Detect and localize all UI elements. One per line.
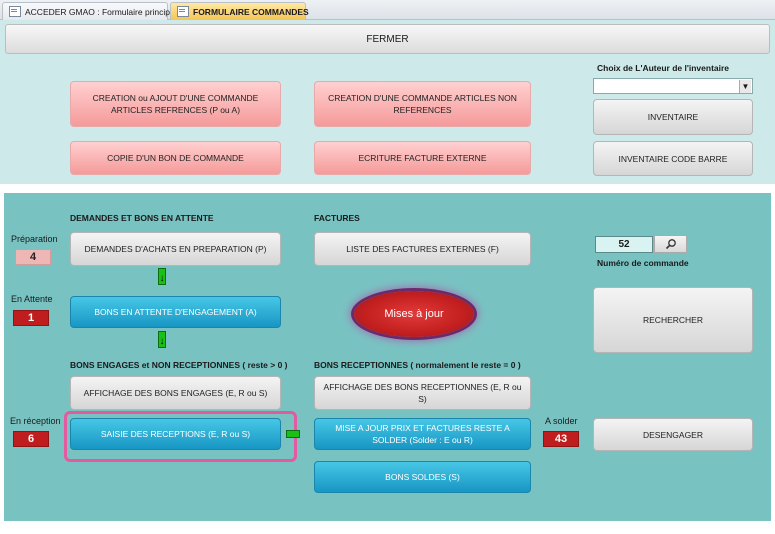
- engages-title: BONS ENGAGES et NON RECEPTIONNES ( reste…: [70, 360, 288, 370]
- tab-formulaire-commandes[interactable]: FORMULAIRE COMMANDES: [170, 2, 309, 20]
- mise-a-jour-prix-factures-button[interactable]: MISE A JOUR PRIX ET FACTURES RESTE A SOL…: [314, 418, 531, 450]
- auteur-select[interactable]: ▼: [593, 78, 753, 94]
- search-icon: [665, 239, 676, 250]
- reception-label: En réception: [10, 416, 61, 426]
- arrow-down-icon: ↓: [158, 268, 166, 285]
- commande-label: Numéro de commande: [597, 258, 689, 268]
- solder-label: A solder: [545, 416, 578, 426]
- solder-count: 43: [543, 431, 579, 447]
- mises-a-jour-button[interactable]: Mises à jour: [354, 291, 474, 337]
- reception-count: 6: [13, 431, 49, 447]
- arrow-down-icon: ↓: [158, 331, 166, 348]
- creation-commande-non-references-button[interactable]: CREATION D'UNE COMMANDE ARTICLES NON REF…: [314, 81, 531, 127]
- arrow-right-icon: [286, 430, 300, 438]
- receptionnes-title: BONS RECEPTIONNES ( normalement le reste…: [314, 360, 521, 370]
- preparation-count: 4: [15, 249, 51, 265]
- demandes-achats-button[interactable]: DEMANDES D'ACHATS EN PREPARATION (P): [70, 232, 281, 266]
- inventaire-button[interactable]: INVENTAIRE: [593, 99, 753, 135]
- bons-soldes-button[interactable]: BONS SOLDES (S): [314, 461, 531, 493]
- attente-count: 1: [13, 310, 49, 326]
- affichage-bons-receptionnes-button[interactable]: AFFICHAGE DES BONS RECEPTIONNES (E, R ou…: [314, 376, 531, 410]
- search-commande-button[interactable]: [654, 235, 687, 253]
- affichage-bons-engages-button[interactable]: AFFICHAGE DES BONS ENGAGES (E, R ou S): [70, 376, 281, 410]
- tab-formulaire-principal[interactable]: ACCEDER GMAO : Formulaire principal: [2, 2, 177, 20]
- copie-bon-commande-button[interactable]: COPIE D'UN BON DE COMMANDE: [70, 141, 281, 175]
- form-icon: [9, 6, 21, 17]
- tab-label: ACCEDER GMAO : Formulaire principal: [25, 6, 177, 17]
- commande-number-input[interactable]: 52: [595, 236, 653, 253]
- desengager-button[interactable]: DESENGAGER: [593, 418, 753, 451]
- fermer-button[interactable]: FERMER: [5, 24, 770, 54]
- preparation-label: Préparation: [11, 234, 58, 244]
- chevron-down-icon[interactable]: ▼: [739, 80, 751, 93]
- rechercher-button[interactable]: RECHERCHER: [593, 287, 753, 353]
- inventaire-code-barre-button[interactable]: INVENTAIRE CODE BARRE: [593, 141, 753, 176]
- bons-attente-engagement-button[interactable]: BONS EN ATTENTE D'ENGAGEMENT (A): [70, 296, 281, 328]
- saisie-receptions-button[interactable]: SAISIE DES RECEPTIONS (E, R ou S): [70, 418, 281, 450]
- creation-commande-references-button[interactable]: CREATION ou AJOUT D'UNE COMMANDE ARTICLE…: [70, 81, 281, 127]
- form-icon: [177, 6, 189, 17]
- auteur-label: Choix de L'Auteur de l'inventaire: [597, 63, 730, 73]
- demandes-title: DEMANDES ET BONS EN ATTENTE: [70, 213, 214, 223]
- attente-label: En Attente: [11, 294, 53, 304]
- liste-factures-externes-button[interactable]: LISTE DES FACTURES EXTERNES (F): [314, 232, 531, 266]
- factures-title: FACTURES: [314, 213, 360, 223]
- ecriture-facture-externe-button[interactable]: ECRITURE FACTURE EXTERNE: [314, 141, 531, 175]
- tab-label: FORMULAIRE COMMANDES: [193, 6, 309, 17]
